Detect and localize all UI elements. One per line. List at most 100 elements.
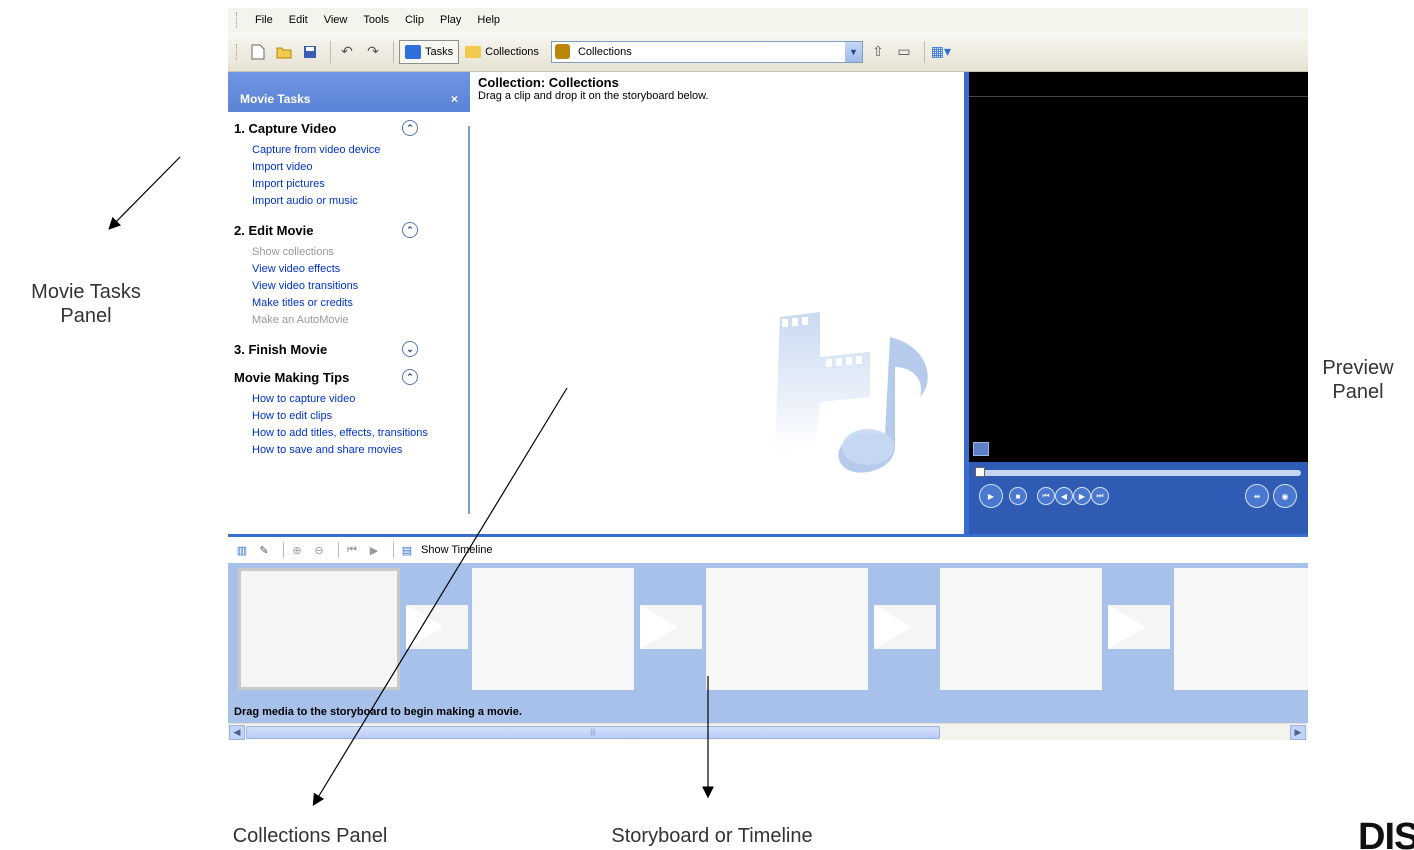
close-icon[interactable]: ×	[451, 92, 458, 106]
storyboard-clip-slot-2[interactable]	[472, 568, 634, 690]
annotation-movie-tasks: Movie Tasks Panel	[6, 280, 166, 328]
zoom-in-icon: ⊕	[292, 544, 302, 557]
link-how-to-add-titles[interactable]: How to add titles, effects, transitions	[228, 425, 470, 442]
section-movie-making-tips[interactable]: Movie Making Tips ⌃	[228, 363, 470, 391]
storyboard-clip-slot-5[interactable]	[1174, 568, 1308, 690]
take-picture-button[interactable]: ◉	[1273, 484, 1297, 508]
rewind-storyboard-button[interactable]: ⏮	[344, 542, 360, 558]
split-icon: ⇹	[1253, 491, 1261, 501]
toolbar-separator	[283, 542, 284, 558]
split-clip-button[interactable]: ⇹	[1245, 484, 1269, 508]
redo-button[interactable]: ↷	[362, 41, 384, 63]
link-import-audio[interactable]: Import audio or music	[228, 193, 470, 210]
views-grid-icon: ▦▾	[930, 43, 952, 59]
link-view-video-effects[interactable]: View video effects	[228, 261, 470, 278]
collapse-icon[interactable]: ⌃	[402, 369, 418, 385]
play-button[interactable]: ▶	[979, 484, 1003, 508]
stop-button[interactable]: ■	[1009, 487, 1027, 505]
annotation-storyboard: Storyboard or Timeline	[611, 825, 813, 847]
forward-button[interactable]: ▶	[1073, 487, 1091, 505]
forward-icon: ▶	[1078, 491, 1086, 501]
chevron-down-icon[interactable]: ▼	[844, 41, 862, 62]
save-project-button[interactable]	[299, 41, 321, 63]
narrate-timeline-button[interactable]: ✎	[256, 542, 272, 558]
chevron-right-icon: ▶	[1294, 727, 1302, 737]
menu-help[interactable]: Help	[469, 14, 508, 26]
storyboard-transition-4[interactable]	[1108, 605, 1170, 649]
collapse-icon[interactable]: ⌃	[402, 120, 418, 136]
play-storyboard-button[interactable]: ▶	[366, 542, 382, 558]
scroll-right-button[interactable]: ▶	[1290, 725, 1306, 740]
storyboard-clip-slot-4[interactable]	[940, 568, 1102, 690]
page: Movie Tasks Panel Preview Panel Collecti…	[0, 0, 1414, 850]
storyboard-view-button[interactable]: ▥	[234, 542, 250, 558]
play-icon: ▶	[369, 544, 379, 557]
link-how-to-save[interactable]: How to save and share movies	[228, 442, 470, 459]
link-show-collections: Show collections	[252, 246, 334, 258]
link-make-titles[interactable]: Make titles or credits	[228, 295, 470, 312]
new-project-button[interactable]	[247, 41, 269, 63]
link-make-automovie: Make an AutoMovie	[252, 314, 349, 326]
link-how-to-edit[interactable]: How to edit clips	[228, 408, 470, 425]
menu-clip[interactable]: Clip	[397, 14, 432, 26]
split-view-icon[interactable]	[973, 442, 989, 456]
scroll-left-button[interactable]: ◀	[229, 725, 245, 740]
storyboard-transition-1[interactable]	[406, 605, 468, 649]
link-how-to-capture[interactable]: How to capture video	[228, 391, 470, 408]
storyboard-clip-slot-3[interactable]	[706, 568, 868, 690]
link-import-video[interactable]: Import video	[228, 159, 470, 176]
toolbar-separator	[330, 40, 331, 63]
zoom-in-button[interactable]: ⊕	[289, 542, 305, 558]
collection-instructions: Drag a clip and drop it on the storyboar…	[478, 90, 709, 102]
section-title: 3. Finish Movie	[234, 341, 328, 357]
link-view-video-transitions[interactable]: View video transitions	[228, 278, 470, 295]
menu-view[interactable]: View	[316, 14, 356, 26]
collapse-icon[interactable]: ⌃	[402, 222, 418, 238]
previous-frame-button[interactable]: ⏮	[1037, 487, 1055, 505]
storyboard-transition-3[interactable]	[874, 605, 936, 649]
collections-dropdown[interactable]: Collections ▼	[550, 40, 863, 63]
expand-icon[interactable]: ⌄	[402, 341, 418, 357]
new-collection-folder-button[interactable]: ▭	[893, 41, 915, 63]
menu-edit[interactable]: Edit	[281, 14, 316, 26]
section-finish-movie[interactable]: 3. Finish Movie ⌄	[228, 329, 470, 363]
tasks-button[interactable]: Tasks	[399, 39, 460, 64]
movie-maker-window: File Edit View Tools Clip Play Help ↶ ↷	[228, 8, 1308, 740]
scroll-thumb[interactable]: |||	[246, 726, 940, 739]
storyboard-scrollbar[interactable]: ◀ ||| ▶	[228, 723, 1308, 740]
collection-icon	[554, 44, 570, 59]
rewind-button[interactable]: ◀	[1055, 487, 1073, 505]
storyboard-clip-slot-1[interactable]	[238, 568, 400, 690]
menu-file[interactable]: File	[247, 14, 281, 26]
timeline-icon: ▤	[401, 544, 413, 557]
collections-button-label: Collections	[485, 45, 539, 58]
menu-play[interactable]: Play	[432, 14, 469, 26]
collections-button[interactable]: Collections	[459, 40, 545, 64]
new-folder-icon: ▭	[897, 43, 911, 59]
link-capture-from-device[interactable]: Capture from video device	[228, 142, 470, 159]
seek-bar[interactable]	[975, 470, 1301, 476]
open-project-button[interactable]	[273, 41, 295, 63]
show-timeline-label: Show Timeline	[421, 544, 493, 556]
section-capture-video[interactable]: 1. Capture Video ⌃	[228, 112, 470, 142]
toolbar-separator	[923, 40, 925, 63]
stop-icon: ■	[1015, 491, 1021, 501]
toolbar-grip	[236, 43, 239, 60]
up-one-level-button[interactable]: ⇧	[867, 41, 889, 63]
save-disk-icon	[304, 45, 316, 58]
views-button[interactable]: ▦▾	[930, 41, 952, 63]
storyboard-transition-2[interactable]	[640, 605, 702, 649]
undo-button[interactable]: ↶	[336, 41, 358, 63]
seek-thumb[interactable]	[975, 467, 985, 477]
zoom-out-button[interactable]: ⊖	[311, 542, 327, 558]
toolbar-separator	[393, 40, 394, 63]
section-edit-movie[interactable]: 2. Edit Movie ⌃	[228, 210, 470, 244]
menu-tools[interactable]: Tools	[355, 14, 397, 26]
collection-title: Collection: Collections	[478, 75, 619, 90]
link-import-pictures[interactable]: Import pictures	[228, 176, 470, 193]
zoom-out-icon: ⊖	[314, 544, 324, 557]
show-timeline-button[interactable]: ▤ Show Timeline	[399, 542, 493, 558]
next-frame-button[interactable]: ⏭	[1091, 487, 1109, 505]
annotation-collections: Collections Panel	[232, 825, 388, 847]
film-music-watermark-icon	[775, 312, 928, 473]
